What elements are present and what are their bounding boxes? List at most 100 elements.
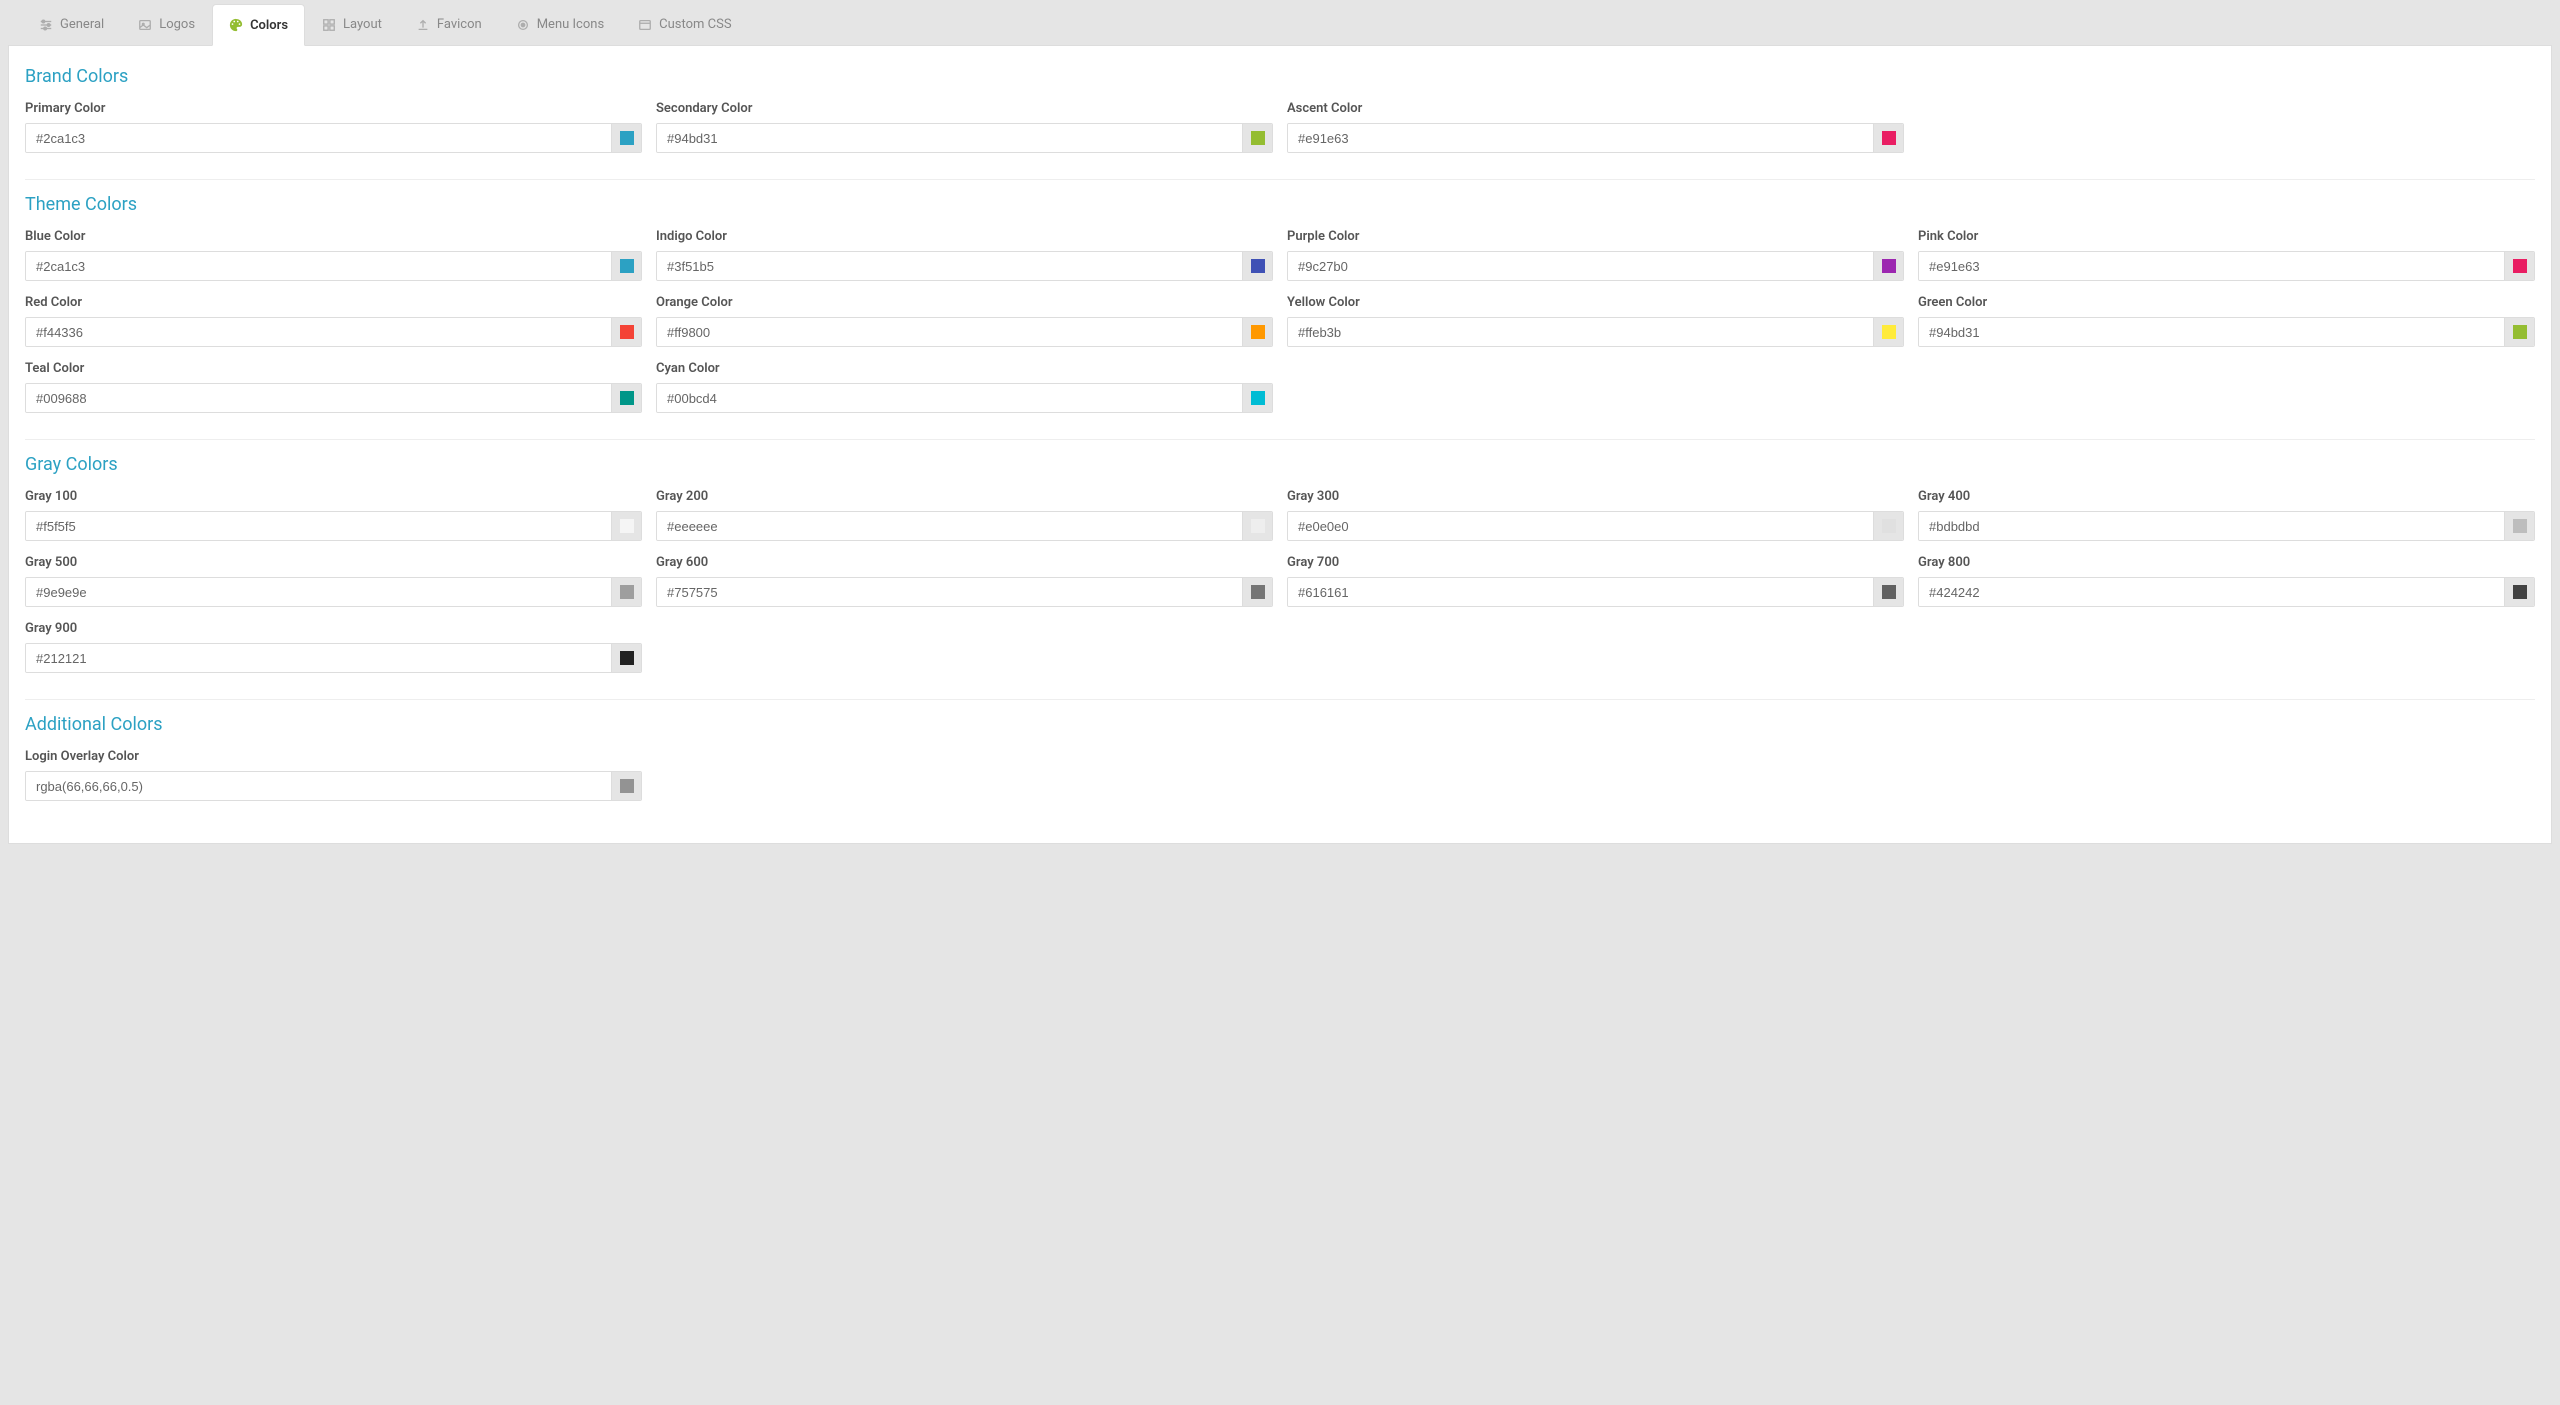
- color-swatch-icon: [620, 259, 634, 273]
- color-picker-button-gray-800[interactable]: [2504, 578, 2534, 606]
- section-title: Brand Colors: [25, 66, 2535, 87]
- color-picker-button-primary-color[interactable]: [611, 124, 641, 152]
- color-input-login-overlay-color[interactable]: [26, 772, 611, 800]
- color-picker-button-login-overlay-color[interactable]: [611, 772, 641, 800]
- tab-customcss[interactable]: Custom CSS: [621, 4, 748, 45]
- field-label: Gray 900: [25, 621, 642, 636]
- color-swatch-icon: [1882, 325, 1896, 339]
- brand-fields-grid: Primary Color Secondary Color Ascent Color: [25, 101, 2535, 153]
- field-label: Gray 700: [1287, 555, 1904, 570]
- theme-fields-grid: Blue ColorIndigo ColorPurple ColorPink C…: [25, 229, 2535, 413]
- color-input-secondary-color[interactable]: [657, 124, 1242, 152]
- color-picker-button-blue-color[interactable]: [611, 252, 641, 280]
- tab-colors[interactable]: Colors: [212, 4, 305, 46]
- color-input-teal-color[interactable]: [26, 384, 611, 412]
- field-label: Gray 800: [1918, 555, 2535, 570]
- color-input-pink-color[interactable]: [1919, 252, 2504, 280]
- empty-cell: [656, 749, 1273, 801]
- tab-label: Favicon: [437, 17, 482, 32]
- section-theme-colors: Theme Colors Blue ColorIndigo ColorPurpl…: [25, 194, 2535, 440]
- tab-layout[interactable]: Layout: [305, 4, 399, 45]
- color-picker-button-indigo-color[interactable]: [1242, 252, 1272, 280]
- color-picker-button-purple-color[interactable]: [1873, 252, 1903, 280]
- field-label: Gray 600: [656, 555, 1273, 570]
- field-label: Green Color: [1918, 295, 2535, 310]
- color-input-gray-700[interactable]: [1288, 578, 1873, 606]
- color-swatch-icon: [1882, 585, 1896, 599]
- color-picker-button-yellow-color[interactable]: [1873, 318, 1903, 346]
- color-field-blue-color: Blue Color: [25, 229, 642, 281]
- color-input-red-color[interactable]: [26, 318, 611, 346]
- color-swatch-icon: [1882, 519, 1896, 533]
- color-field-gray-100: Gray 100: [25, 489, 642, 541]
- color-picker-button-green-color[interactable]: [2504, 318, 2534, 346]
- color-input-group: [656, 317, 1273, 347]
- color-picker-button-cyan-color[interactable]: [1242, 384, 1272, 412]
- color-input-ascent-color[interactable]: [1288, 124, 1873, 152]
- color-picker-button-gray-400[interactable]: [2504, 512, 2534, 540]
- color-field-gray-300: Gray 300: [1287, 489, 1904, 541]
- field-label: Ascent Color: [1287, 101, 1904, 116]
- field-label: Yellow Color: [1287, 295, 1904, 310]
- color-input-blue-color[interactable]: [26, 252, 611, 280]
- color-input-yellow-color[interactable]: [1288, 318, 1873, 346]
- color-picker-button-gray-900[interactable]: [611, 644, 641, 672]
- tab-label: Logos: [159, 17, 195, 32]
- color-swatch-icon: [620, 519, 634, 533]
- color-input-primary-color[interactable]: [26, 124, 611, 152]
- tab-menuicons[interactable]: Menu Icons: [499, 4, 621, 45]
- color-field-primary-color: Primary Color: [25, 101, 642, 153]
- color-input-group: [1918, 317, 2535, 347]
- color-input-indigo-color[interactable]: [657, 252, 1242, 280]
- color-picker-button-pink-color[interactable]: [2504, 252, 2534, 280]
- color-swatch-icon: [1882, 131, 1896, 145]
- tab-general[interactable]: General: [22, 4, 121, 45]
- tab-label: Custom CSS: [659, 17, 731, 32]
- color-input-orange-color[interactable]: [657, 318, 1242, 346]
- color-picker-button-red-color[interactable]: [611, 318, 641, 346]
- empty-cell: [1918, 361, 2535, 413]
- color-picker-button-orange-color[interactable]: [1242, 318, 1272, 346]
- color-field-red-color: Red Color: [25, 295, 642, 347]
- empty-cell: [1918, 621, 2535, 673]
- color-input-cyan-color[interactable]: [657, 384, 1242, 412]
- color-input-gray-400[interactable]: [1919, 512, 2504, 540]
- color-input-green-color[interactable]: [1919, 318, 2504, 346]
- color-field-gray-600: Gray 600: [656, 555, 1273, 607]
- color-input-gray-300[interactable]: [1288, 512, 1873, 540]
- color-picker-button-gray-600[interactable]: [1242, 578, 1272, 606]
- color-picker-button-gray-300[interactable]: [1873, 512, 1903, 540]
- color-picker-button-gray-100[interactable]: [611, 512, 641, 540]
- field-label: Primary Color: [25, 101, 642, 116]
- color-picker-button-teal-color[interactable]: [611, 384, 641, 412]
- color-input-group: [656, 383, 1273, 413]
- color-input-gray-500[interactable]: [26, 578, 611, 606]
- color-input-gray-800[interactable]: [1919, 578, 2504, 606]
- color-picker-button-gray-200[interactable]: [1242, 512, 1272, 540]
- color-picker-button-gray-500[interactable]: [611, 578, 641, 606]
- tab-favicon[interactable]: Favicon: [399, 4, 499, 45]
- color-input-gray-100[interactable]: [26, 512, 611, 540]
- color-input-group: [25, 383, 642, 413]
- color-swatch-icon: [2513, 259, 2527, 273]
- field-label: Secondary Color: [656, 101, 1273, 116]
- color-input-gray-200[interactable]: [657, 512, 1242, 540]
- field-label: Gray 300: [1287, 489, 1904, 504]
- color-input-gray-900[interactable]: [26, 644, 611, 672]
- field-label: Gray 200: [656, 489, 1273, 504]
- color-field-ascent-color: Ascent Color: [1287, 101, 1904, 153]
- empty-cell: [1918, 101, 2535, 153]
- color-picker-button-ascent-color[interactable]: [1873, 124, 1903, 152]
- empty-cell: [1287, 361, 1904, 413]
- color-picker-button-secondary-color[interactable]: [1242, 124, 1272, 152]
- color-input-gray-600[interactable]: [657, 578, 1242, 606]
- color-input-purple-color[interactable]: [1288, 252, 1873, 280]
- tab-label: Layout: [343, 17, 382, 32]
- tabs-bar: General Logos Colors Layout Favicon: [2, 2, 2558, 45]
- color-picker-button-gray-700[interactable]: [1873, 578, 1903, 606]
- sliders-icon: [39, 18, 53, 32]
- color-field-gray-800: Gray 800: [1918, 555, 2535, 607]
- color-field-teal-color: Teal Color: [25, 361, 642, 413]
- tab-logos[interactable]: Logos: [121, 4, 212, 45]
- color-swatch-icon: [620, 131, 634, 145]
